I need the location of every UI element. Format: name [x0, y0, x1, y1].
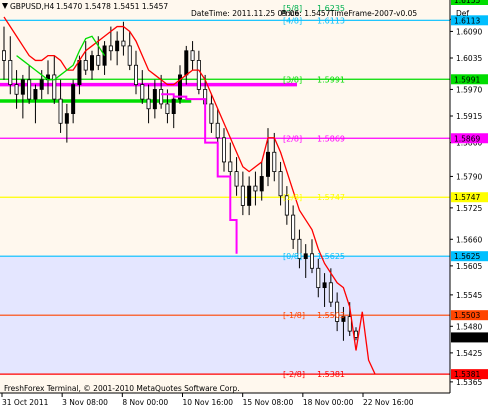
candle-body: [159, 89, 164, 105]
price-chart[interactable]: [5/8] 1.6235[4/8] 1.6113[3/8] 1.5991[2/8] 1.…: [0, 0, 489, 411]
candle-body: [115, 40, 120, 52]
candle-body: [2, 50, 7, 61]
candle-body: [165, 103, 170, 114]
level-label: [3/8]: [283, 75, 302, 84]
candle-body: [215, 122, 220, 139]
candle-body: [27, 79, 32, 100]
candle-body: [309, 253, 314, 269]
level-value: 1.5747: [317, 193, 345, 202]
candle-body: [152, 89, 157, 110]
price-tag-label: 1.5381: [454, 370, 480, 379]
candle-body: [33, 89, 38, 100]
price-tag-label: 1.5503: [454, 311, 480, 320]
candle-body: [96, 55, 101, 66]
candle-body: [272, 151, 277, 173]
ohlc-values: 1.5470 1.5478 1.5451 1.5457: [56, 2, 168, 11]
price-tag-label: 1.5747: [454, 193, 480, 202]
timeframe-label: TimeFrame-2007-v0.05: [329, 9, 417, 18]
candle-body: [77, 60, 82, 85]
time-axis: 31 Oct 2011 3 Nov 08:00 8 Nov 00:00 10 Nov …: [1, 393, 414, 407]
level-label: [-1/8]: [283, 311, 305, 320]
price-tick-label: 1.5790: [456, 172, 482, 181]
candle-body: [221, 137, 226, 163]
candle-body: [71, 84, 76, 114]
candle-body: [39, 79, 44, 90]
candle-body: [140, 84, 145, 100]
price-tick-label: 1.5545: [456, 291, 482, 300]
price-tag-label: 1.5991: [454, 75, 480, 84]
candle-body: [171, 98, 176, 114]
time-tick-label: 15 Nov 08:00: [243, 398, 294, 407]
level-label: [2/8]: [283, 134, 302, 143]
candle-body: [353, 330, 358, 338]
level-value: 1.5503: [317, 311, 345, 320]
price-tick-label: 1.5480: [456, 322, 482, 331]
candle-body: [58, 98, 63, 124]
price-tag-label: 1.5457: [454, 333, 480, 342]
level-value: 1.5991: [317, 75, 345, 84]
time-tick-label: 8 Nov 00:00: [122, 398, 168, 407]
symbol-label: GBPUSD,H4: [10, 2, 55, 11]
price-tag-label: 1.5625: [454, 252, 480, 261]
candle-body: [247, 185, 252, 206]
candle-body: [316, 267, 321, 289]
candle-body: [278, 171, 283, 197]
candle-body: [265, 151, 270, 177]
candle-body: [64, 113, 69, 124]
candle-body: [20, 79, 25, 95]
candle-body: [108, 45, 113, 52]
candle-body: [121, 40, 126, 47]
candle-body: [184, 50, 189, 76]
candle-body: [14, 84, 19, 95]
time-tick-label: 3 Nov 08:00: [62, 398, 108, 407]
level-value: 1.5381: [317, 370, 345, 379]
level-label: [-2/8]: [283, 370, 305, 379]
candle-body: [190, 50, 195, 61]
price-tick-label: 1.6090: [456, 27, 482, 36]
price-label: Price: 1.5457: [281, 9, 331, 18]
price-tick-label: 1.5425: [456, 349, 482, 358]
candle-body: [127, 45, 132, 66]
candle-body: [133, 64, 138, 85]
price-tag-label: 1.6155: [454, 0, 480, 5]
candle-body: [83, 60, 88, 71]
candle-body: [196, 60, 201, 90]
candle-body: [240, 185, 245, 206]
price-tick-label: 1.5725: [456, 204, 482, 213]
price-tick-label: 1.5970: [456, 85, 482, 94]
candle-body: [291, 214, 296, 240]
price-tick-label: 1.5915: [456, 112, 482, 121]
candle-body: [303, 253, 308, 260]
level-value: 1.5625: [317, 252, 345, 261]
candle-body: [209, 103, 214, 124]
time-tick-label: 10 Nov 16:00: [183, 398, 234, 407]
level-label: [1/8]: [283, 193, 302, 202]
candle-body: [8, 60, 13, 85]
level-value: 1.5869: [317, 134, 345, 143]
level-label: [0/8]: [283, 252, 302, 261]
candle-body: [322, 282, 327, 289]
hidden-label: Def: [456, 9, 469, 18]
time-tick-label: 22 Nov 16:00: [363, 398, 414, 407]
price-tick-label: 1.5605: [456, 262, 482, 271]
candle-body: [328, 282, 333, 303]
price-tick-label: 1.6035: [456, 54, 482, 63]
candle-body: [228, 161, 233, 173]
copyright-footer: FreshForex Terminal, © 2001-2010 MetaQuo…: [4, 384, 240, 393]
candle-body: [90, 55, 95, 71]
candle-body: [146, 98, 151, 110]
candle-body: [259, 176, 264, 192]
time-tick-label: 31 Oct 2011: [2, 398, 49, 407]
price-tick-label: 1.5365: [456, 378, 482, 387]
time-tick-label: 18 Nov 00:00: [303, 398, 354, 407]
price-tick-label: 1.5660: [456, 235, 482, 244]
candle-body: [234, 171, 239, 187]
candle-body: [253, 185, 258, 192]
price-tag-label: 1.5869: [454, 134, 480, 143]
chart-window: [5/8] 1.6235 [4/8] 1.6113 [3/8] 1.5991 [2/8] 1.…: [0, 0, 489, 411]
